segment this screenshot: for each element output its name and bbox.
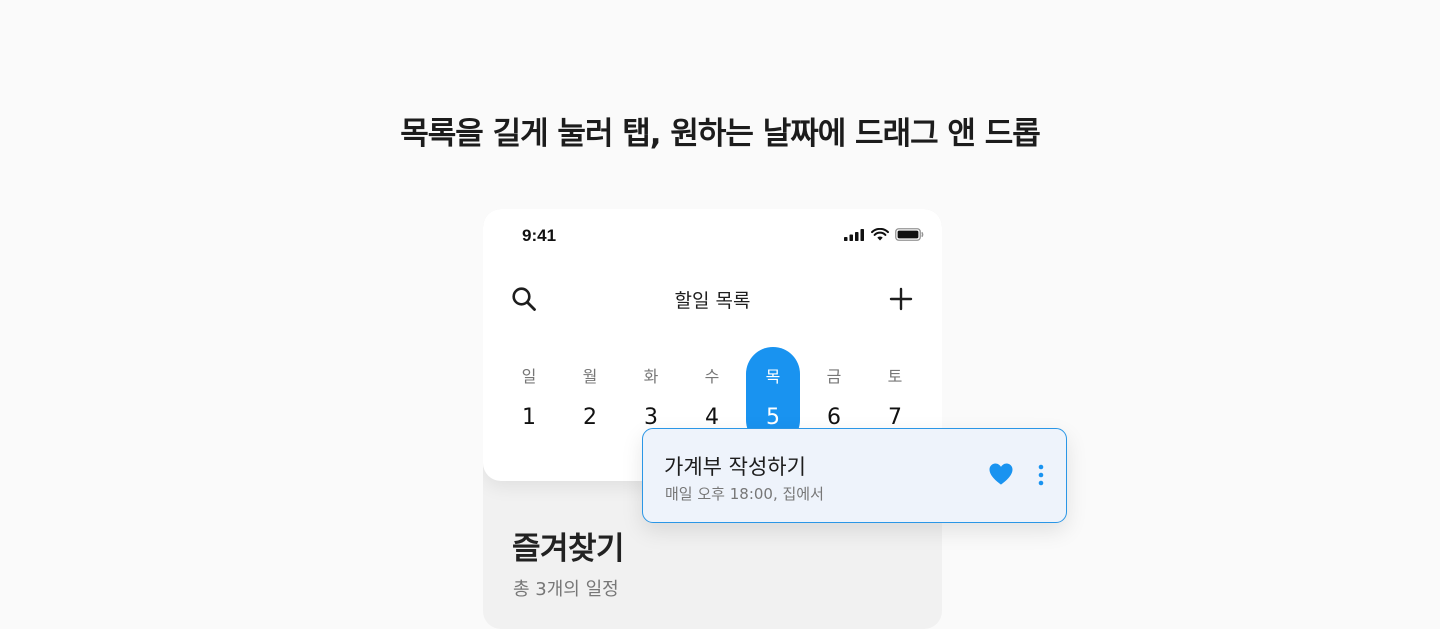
day-number: 7 — [888, 405, 902, 430]
day-number: 1 — [522, 405, 536, 430]
day-sun[interactable]: 일 1 — [502, 347, 556, 430]
day-of-week-label: 수 — [704, 367, 720, 386]
day-of-week-label: 토 — [887, 367, 903, 386]
day-number: 2 — [583, 405, 597, 430]
dragged-todo-card[interactable]: 가계부 작성하기 매일 오후 18:00, 집에서 — [642, 428, 1067, 523]
favorites-count: 총 3개의 일정 — [513, 579, 619, 600]
heart-icon[interactable] — [988, 462, 1014, 486]
week-strip: 일 1 월 2 화 3 수 4 목 5 금 6 토 7 — [498, 347, 928, 447]
signal-icon — [844, 228, 864, 241]
status-time: 9:41 — [522, 226, 557, 245]
day-number: 6 — [827, 405, 841, 430]
status-icons — [844, 228, 924, 241]
more-vertical-icon[interactable] — [1031, 461, 1051, 489]
todo-schedule: 매일 오후 18:00, 집에서 — [665, 485, 824, 503]
day-number: 5 — [766, 405, 780, 430]
day-number: 3 — [644, 405, 658, 430]
day-fri[interactable]: 금 6 — [807, 347, 861, 430]
day-mon[interactable]: 월 2 — [563, 347, 617, 430]
day-sat[interactable]: 토 7 — [868, 347, 922, 430]
wifi-icon — [871, 228, 889, 241]
day-of-week-label: 월 — [582, 367, 598, 386]
todo-title: 가계부 작성하기 — [664, 455, 806, 479]
day-of-week-label: 금 — [826, 367, 842, 386]
favorites-heading: 즐겨찾기 — [512, 531, 625, 567]
plus-icon[interactable] — [888, 286, 914, 312]
day-of-week-label: 목 — [765, 367, 781, 386]
page-headline: 목록을 길게 눌러 탭, 원하는 날짜에 드래그 앤 드롭 — [400, 116, 1041, 152]
page-title: 할일 목록 — [674, 290, 751, 312]
phone-screen: 9:41 할일 목록 일 1 월 2 화 3 수 4 목 5 금 6 토 7 즐… — [483, 209, 942, 629]
day-number: 4 — [705, 405, 719, 430]
day-thu-selected[interactable]: 목 5 — [746, 347, 800, 447]
day-tue[interactable]: 화 3 — [624, 347, 678, 430]
day-of-week-label: 일 — [521, 367, 537, 386]
battery-icon — [895, 228, 924, 241]
day-wed[interactable]: 수 4 — [685, 347, 739, 430]
day-of-week-label: 화 — [643, 367, 659, 386]
